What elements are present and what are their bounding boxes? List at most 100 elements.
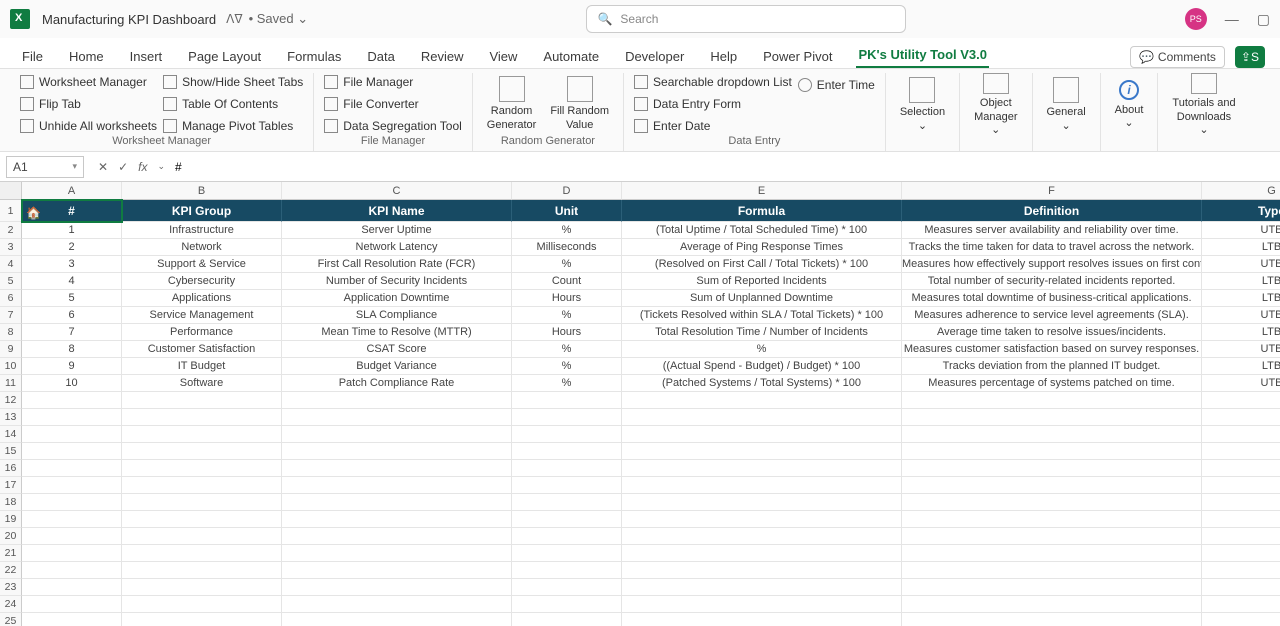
- cell[interactable]: [122, 579, 282, 596]
- row-header[interactable]: 2: [0, 222, 22, 239]
- cell[interactable]: [622, 426, 902, 443]
- cell[interactable]: %: [512, 375, 622, 392]
- cell[interactable]: Measures customer satisfaction based on …: [902, 341, 1202, 358]
- cell[interactable]: [512, 494, 622, 511]
- cell[interactable]: [22, 562, 122, 579]
- cell[interactable]: [282, 562, 512, 579]
- col-header[interactable]: F: [902, 182, 1202, 200]
- cell[interactable]: CSAT Score: [282, 341, 512, 358]
- cell[interactable]: Server Uptime: [282, 222, 512, 239]
- cell[interactable]: [622, 613, 902, 626]
- cell[interactable]: [122, 477, 282, 494]
- cell[interactable]: (Tickets Resolved within SLA / Total Tic…: [622, 307, 902, 324]
- cell[interactable]: %: [512, 307, 622, 324]
- row-header[interactable]: 7: [0, 307, 22, 324]
- file-name[interactable]: Manufacturing KPI Dashboard: [42, 12, 216, 27]
- cell[interactable]: [512, 409, 622, 426]
- cell[interactable]: UTB: [1202, 341, 1280, 358]
- tab-help[interactable]: Help: [708, 45, 739, 68]
- row-header[interactable]: 11: [0, 375, 22, 392]
- cell[interactable]: 8: [22, 341, 122, 358]
- cell[interactable]: 10: [22, 375, 122, 392]
- name-box[interactable]: A1▾: [6, 156, 84, 178]
- cell[interactable]: (Patched Systems / Total Systems) * 100: [622, 375, 902, 392]
- cell[interactable]: Tracks deviation from the planned IT bud…: [902, 358, 1202, 375]
- cell[interactable]: [122, 494, 282, 511]
- cell[interactable]: Software: [122, 375, 282, 392]
- cell[interactable]: Service Management: [122, 307, 282, 324]
- object-manager-button[interactable]: Object Manager⌄: [970, 73, 1021, 137]
- cell[interactable]: [282, 528, 512, 545]
- cell[interactable]: [902, 579, 1202, 596]
- cell[interactable]: Average time taken to resolve issues/inc…: [902, 324, 1202, 341]
- cell[interactable]: [122, 443, 282, 460]
- row-header[interactable]: 22: [0, 562, 22, 579]
- cell[interactable]: %: [512, 358, 622, 375]
- cell[interactable]: Count: [512, 273, 622, 290]
- cell[interactable]: LTB: [1202, 358, 1280, 375]
- cell[interactable]: [22, 545, 122, 562]
- tab-formulas[interactable]: Formulas: [285, 45, 343, 68]
- cell[interactable]: [622, 579, 902, 596]
- data-entry-form-button[interactable]: Data Entry Form: [634, 95, 792, 113]
- row-header[interactable]: 23: [0, 579, 22, 596]
- cell[interactable]: [622, 562, 902, 579]
- cell[interactable]: Unit: [512, 200, 622, 222]
- cell[interactable]: 5: [22, 290, 122, 307]
- cell[interactable]: ((Actual Spend - Budget) / Budget) * 100: [622, 358, 902, 375]
- cell[interactable]: [1202, 392, 1280, 409]
- cell[interactable]: [622, 494, 902, 511]
- cell[interactable]: [122, 426, 282, 443]
- minimize-button[interactable]: —: [1225, 11, 1239, 27]
- cell[interactable]: [282, 477, 512, 494]
- cell[interactable]: Patch Compliance Rate: [282, 375, 512, 392]
- cell[interactable]: [622, 596, 902, 613]
- cell[interactable]: [902, 511, 1202, 528]
- row-header[interactable]: 1: [0, 200, 22, 222]
- flip-tab-button[interactable]: Flip Tab: [20, 95, 157, 113]
- cell[interactable]: [122, 562, 282, 579]
- data-segregation-button[interactable]: Data Segregation Tool: [324, 117, 462, 135]
- row-header[interactable]: 25: [0, 613, 22, 626]
- cell[interactable]: KPI Name: [282, 200, 512, 222]
- cell[interactable]: [902, 545, 1202, 562]
- cell[interactable]: Measures adherence to service level agre…: [902, 307, 1202, 324]
- row-header[interactable]: 4: [0, 256, 22, 273]
- row-header[interactable]: 13: [0, 409, 22, 426]
- toc-button[interactable]: Table Of Contents: [163, 95, 303, 113]
- cell[interactable]: Applications: [122, 290, 282, 307]
- tab-automate[interactable]: Automate: [541, 45, 601, 68]
- cell[interactable]: [282, 443, 512, 460]
- cell[interactable]: [282, 596, 512, 613]
- cell[interactable]: SLA Compliance: [282, 307, 512, 324]
- share-button[interactable]: ⇪S: [1235, 46, 1265, 68]
- cell[interactable]: [282, 511, 512, 528]
- cell[interactable]: [22, 409, 122, 426]
- cell[interactable]: [282, 392, 512, 409]
- col-header[interactable]: D: [512, 182, 622, 200]
- cell[interactable]: Support & Service: [122, 256, 282, 273]
- row-header[interactable]: 17: [0, 477, 22, 494]
- cell[interactable]: [902, 562, 1202, 579]
- tab-insert[interactable]: Insert: [128, 45, 165, 68]
- cell[interactable]: 6: [22, 307, 122, 324]
- cell[interactable]: [1202, 613, 1280, 626]
- cell[interactable]: [282, 613, 512, 626]
- cell[interactable]: First Call Resolution Rate (FCR): [282, 256, 512, 273]
- cell[interactable]: %: [622, 341, 902, 358]
- cell[interactable]: [902, 596, 1202, 613]
- cell[interactable]: 4: [22, 273, 122, 290]
- cell[interactable]: Performance: [122, 324, 282, 341]
- col-header[interactable]: B: [122, 182, 282, 200]
- cell[interactable]: Number of Security Incidents: [282, 273, 512, 290]
- cell[interactable]: Hours: [512, 324, 622, 341]
- cell[interactable]: UTB: [1202, 307, 1280, 324]
- tab-review[interactable]: Review: [419, 45, 466, 68]
- cell[interactable]: [1202, 545, 1280, 562]
- row-header[interactable]: 20: [0, 528, 22, 545]
- manage-pivot-button[interactable]: Manage Pivot Tables: [163, 117, 303, 135]
- cell[interactable]: Infrastructure: [122, 222, 282, 239]
- cell[interactable]: [622, 409, 902, 426]
- tab-file[interactable]: File: [20, 45, 45, 68]
- cell[interactable]: [902, 528, 1202, 545]
